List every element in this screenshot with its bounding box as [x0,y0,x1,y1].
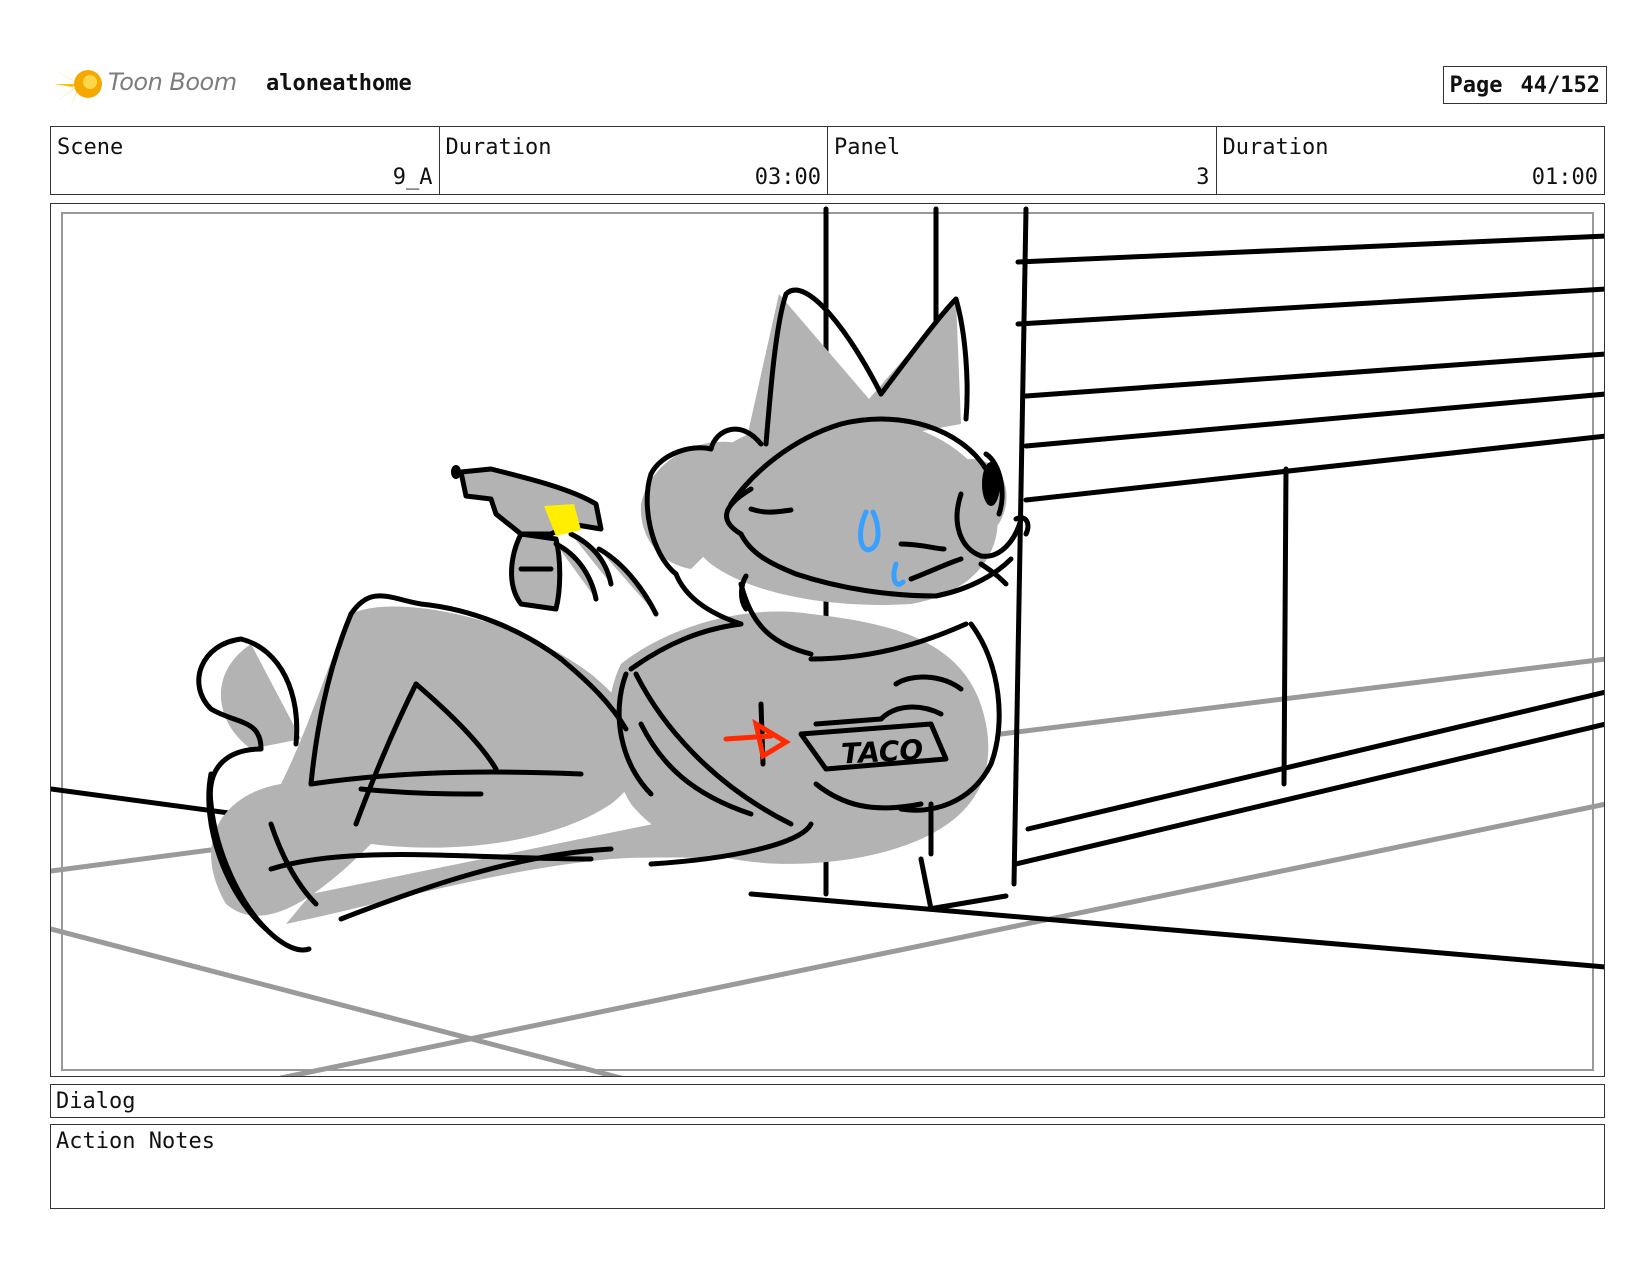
panel-duration-value: 01:00 [1531,165,1598,190]
panel-label: Panel [834,135,901,160]
storyboard-header: Toon Boom aloneathome Page 44/152 [50,58,1607,110]
brand-name: Toon Boom [108,68,237,96]
action-notes-label: Action Notes [56,1129,215,1154]
action-notes-box: Action Notes [50,1124,1605,1209]
scene-value: 9_A [392,165,433,190]
scene-duration-value: 03:00 [754,165,821,190]
panel-value: 3 [1196,165,1210,190]
project-title: aloneathome [266,71,412,96]
dialog-box: Dialog [50,1084,1605,1118]
scene-duration-cell: Duration 03:00 [440,127,828,194]
toon-boom-burst-icon [50,60,102,108]
panel-duration-cell: Duration 01:00 [1217,127,1605,194]
storyboard-panel: TACO [50,203,1605,1077]
dialog-label: Dialog [56,1089,136,1114]
scene-cell: Scene 9_A [51,127,440,194]
page-number: 44/152 [1520,72,1600,98]
blaster [458,466,659,617]
taco-sign-text: TACO [840,733,924,770]
panel-info-table: Scene 9_A Duration 03:00 Panel 3 Duratio… [50,126,1605,195]
page-label: Page [1449,72,1503,98]
panel-drawing: TACO [51,206,1604,1076]
page-indicator: Page 44/152 [1442,66,1607,104]
scene-label: Scene [57,135,124,160]
cat-figure: TACO [196,287,1031,953]
panel-cell: Panel 3 [828,127,1217,194]
scene-duration-label: Duration [445,135,552,160]
panel-duration-label: Duration [1222,135,1329,160]
